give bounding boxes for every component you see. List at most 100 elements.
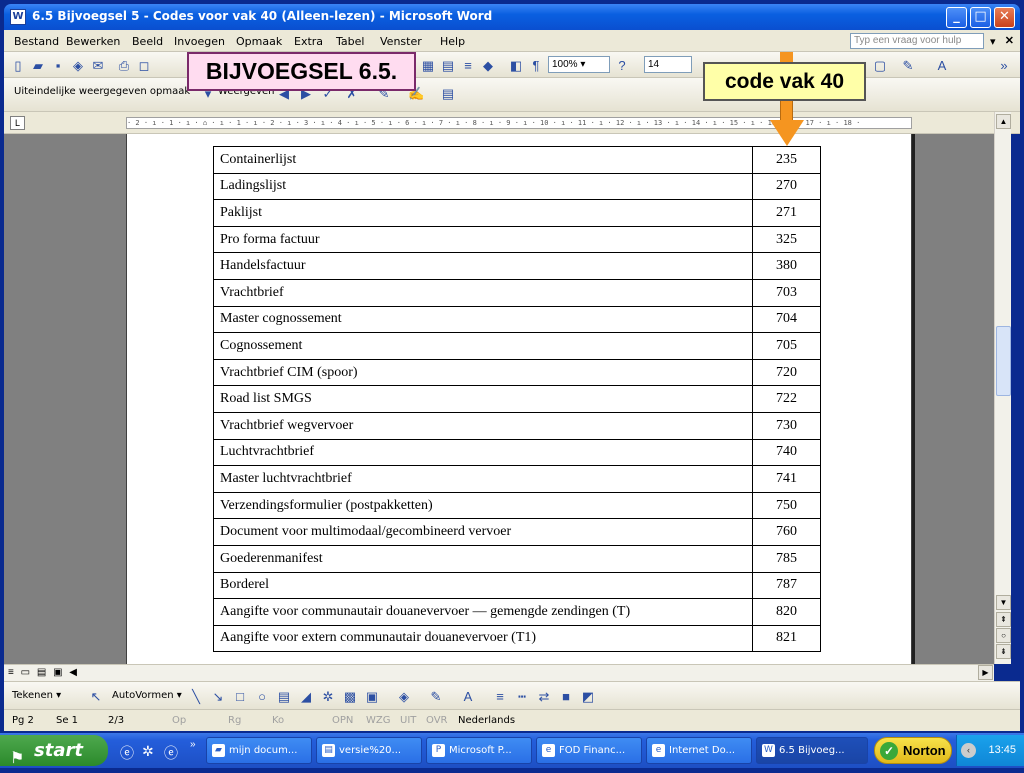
next-page-icon[interactable]: ⇟ xyxy=(996,644,1011,659)
status-language[interactable]: Nederlands xyxy=(458,715,515,726)
save-icon[interactable]: ▪ xyxy=(50,58,66,73)
document-type-cell[interactable]: Borderel xyxy=(213,571,753,600)
document-map-icon[interactable]: ◧ xyxy=(508,58,524,73)
code-cell[interactable]: 325 xyxy=(752,225,821,254)
status-ovr[interactable]: OVR xyxy=(426,715,447,726)
code-cell[interactable]: 704 xyxy=(752,305,821,334)
task-button-powerpoint[interactable]: P Microsoft P... xyxy=(426,737,532,764)
rectangle-icon[interactable]: □ xyxy=(232,689,248,704)
clip-art-icon[interactable]: ▩ xyxy=(342,689,358,704)
code-cell[interactable]: 271 xyxy=(752,199,821,227)
code-cell[interactable]: 820 xyxy=(752,598,821,626)
code-cell[interactable]: 270 xyxy=(752,172,821,201)
menu-beeld[interactable]: Beeld xyxy=(132,35,163,48)
messenger-icon[interactable]: ✲ xyxy=(142,743,154,760)
code-cell[interactable]: 722 xyxy=(752,385,821,413)
permission-icon[interactable]: ◈ xyxy=(70,58,86,73)
highlight-icon[interactable]: ✎ xyxy=(900,58,916,73)
scroll-up-icon[interactable]: ▲ xyxy=(996,114,1011,129)
draw-menu-button[interactable]: Tekenen ▾ xyxy=(12,690,61,701)
code-cell[interactable]: 821 xyxy=(752,624,821,653)
ie-icon[interactable]: ⓔ xyxy=(120,743,134,763)
document-type-cell[interactable]: Road list SMGS xyxy=(213,385,753,413)
reviewing-pane-icon[interactable]: ▤ xyxy=(440,86,456,101)
picture-icon[interactable]: ▣ xyxy=(364,689,380,704)
document-type-cell[interactable]: Vrachtbrief xyxy=(213,278,753,307)
status-ext[interactable]: UIT xyxy=(400,715,416,726)
document-type-cell[interactable]: Pro forma factuur xyxy=(213,225,753,254)
code-cell[interactable]: 703 xyxy=(752,278,821,307)
show-hide-icon[interactable]: ¶ xyxy=(528,58,544,73)
font-color-draw-icon[interactable]: A xyxy=(460,689,476,704)
columns-icon[interactable]: ≡ xyxy=(460,58,476,73)
view-buttons[interactable]: ≡ ▭ ▤ ▣ ◀ xyxy=(8,667,79,678)
browser-icon[interactable]: ⓔ xyxy=(164,743,178,763)
close-button[interactable]: ✕ xyxy=(994,7,1015,28)
document-type-cell[interactable]: Master cognossement xyxy=(213,305,753,334)
tab-selector-icon[interactable]: L xyxy=(10,116,25,130)
previous-page-icon[interactable]: ⇞ xyxy=(996,612,1011,627)
document-page[interactable]: Containerlijst 235 Ladingslijst 270 Paklijst… xyxy=(126,134,912,664)
font-color-icon[interactable]: A xyxy=(934,58,950,73)
display-for-review-select[interactable]: Uiteindelijke weergegeven opmaak xyxy=(14,86,190,97)
clock[interactable]: 13:45 xyxy=(988,735,1016,766)
line-color-icon[interactable]: ✎ xyxy=(428,689,444,704)
task-button-versie[interactable]: ▤ versie%20... xyxy=(316,737,422,764)
task-button-internet-do[interactable]: e Internet Do... xyxy=(646,737,752,764)
menu-help[interactable]: Help xyxy=(440,35,465,48)
drawing-icon[interactable]: ◆ xyxy=(480,58,496,73)
help-icon[interactable]: ? xyxy=(614,58,630,73)
code-cell[interactable]: 750 xyxy=(752,491,821,520)
show-hidden-icons-icon[interactable]: ‹ xyxy=(961,743,976,758)
horizontal-scrollbar[interactable]: ≡ ▭ ▤ ▣ ◀ ▶ xyxy=(4,664,994,681)
code-cell[interactable]: 380 xyxy=(752,252,821,280)
document-type-cell[interactable]: Goederenmanifest xyxy=(213,544,753,573)
document-type-cell[interactable]: Containerlijst xyxy=(213,146,753,174)
document-type-cell[interactable]: Aangifte voor communautair douanevervoer… xyxy=(213,598,753,626)
document-type-cell[interactable]: Paklijst xyxy=(213,199,753,227)
close-document-icon[interactable]: ✕ xyxy=(1005,34,1014,47)
code-cell[interactable]: 760 xyxy=(752,518,821,546)
line-icon[interactable]: ╲ xyxy=(188,689,204,704)
browse-object-icon[interactable]: ○ xyxy=(996,628,1011,643)
document-type-cell[interactable]: Aangifte voor extern communautair douane… xyxy=(213,624,753,653)
toolbar-options-icon[interactable]: » xyxy=(996,58,1012,73)
autoshapes-menu-button[interactable]: AutoVormen ▾ xyxy=(112,690,182,701)
help-dropdown-icon[interactable]: ▾ xyxy=(990,35,996,48)
3d-style-icon[interactable]: ◩ xyxy=(580,689,596,704)
document-type-cell[interactable]: Handelsfactuur xyxy=(213,252,753,280)
document-type-cell[interactable]: Ladingslijst xyxy=(213,172,753,201)
help-question-input[interactable]: Typ een vraag voor hulp xyxy=(850,33,984,49)
quicklaunch-more-icon[interactable]: » xyxy=(190,739,196,750)
task-button-fod-financien[interactable]: e FOD Financ... xyxy=(536,737,642,764)
code-cell[interactable]: 720 xyxy=(752,358,821,387)
fill-color-icon[interactable]: ◈ xyxy=(396,689,412,704)
code-cell[interactable]: 740 xyxy=(752,438,821,467)
font-size-select[interactable]: 14 xyxy=(644,56,692,73)
dash-style-icon[interactable]: ┅ xyxy=(514,689,530,704)
maximize-button[interactable]: □ xyxy=(970,7,991,28)
scroll-down-icon[interactable]: ▼ xyxy=(996,595,1011,610)
status-rec[interactable]: OPN xyxy=(332,715,353,726)
menu-invoegen[interactable]: Invoegen xyxy=(174,35,225,48)
code-cell[interactable]: 787 xyxy=(752,571,821,600)
document-type-cell[interactable]: Luchtvrachtbrief xyxy=(213,438,753,467)
word-doc-icon[interactable]: W xyxy=(10,9,26,25)
new-document-icon[interactable]: ▯ xyxy=(10,58,26,73)
zoom-select[interactable]: 100% ▾ xyxy=(548,56,610,73)
document-type-cell[interactable]: Verzendingsformulier (postpakketten) xyxy=(213,491,753,520)
code-cell[interactable]: 785 xyxy=(752,544,821,573)
task-button-mijn-documenten[interactable]: ▰ mijn docum... xyxy=(206,737,312,764)
norton-button[interactable]: ✓ Norton xyxy=(874,737,952,764)
vertical-scrollbar[interactable]: ▲ ▼ ⇞ ○ ⇟ xyxy=(994,112,1011,664)
insert-excel-icon[interactable]: ▤ xyxy=(440,58,456,73)
insert-table-icon[interactable]: ▦ xyxy=(420,58,436,73)
diagram-icon[interactable]: ✲ xyxy=(320,689,336,704)
scroll-thumb[interactable] xyxy=(996,326,1011,396)
menu-opmaak[interactable]: Opmaak xyxy=(236,35,282,48)
print-icon[interactable]: ⎙ xyxy=(116,58,132,73)
wordart-icon[interactable]: ◢ xyxy=(298,689,314,704)
open-folder-icon[interactable]: ▰ xyxy=(30,58,46,73)
document-type-cell[interactable]: Master luchtvrachtbrief xyxy=(213,465,753,493)
document-type-cell[interactable]: Cognossement xyxy=(213,332,753,360)
